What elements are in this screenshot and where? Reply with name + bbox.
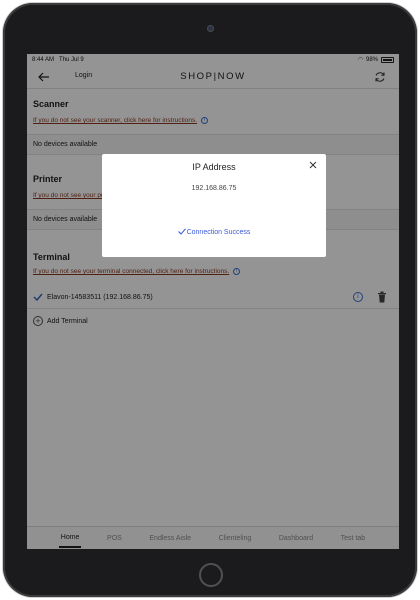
dialog-ip-value: 192.168.86.75 [191, 185, 237, 192]
camera-icon [207, 25, 214, 32]
home-button[interactable] [199, 563, 223, 587]
app-screen: 8:44 AM Thu Jul 9 ◠ 98% Login SHOP|NOW S… [27, 54, 399, 549]
close-icon[interactable] [308, 160, 318, 170]
ip-address-dialog: IP Address 192.168.86.75 Connection Succ… [102, 154, 326, 257]
connection-status-text: Connection Success [186, 229, 251, 236]
check-icon [177, 228, 186, 235]
tablet-frame: 8:44 AM Thu Jul 9 ◠ 98% Login SHOP|NOW S… [3, 3, 417, 597]
modal-backdrop[interactable] [27, 54, 399, 549]
dialog-title: IP Address [192, 162, 236, 172]
connection-status: Connection Success [102, 228, 326, 236]
